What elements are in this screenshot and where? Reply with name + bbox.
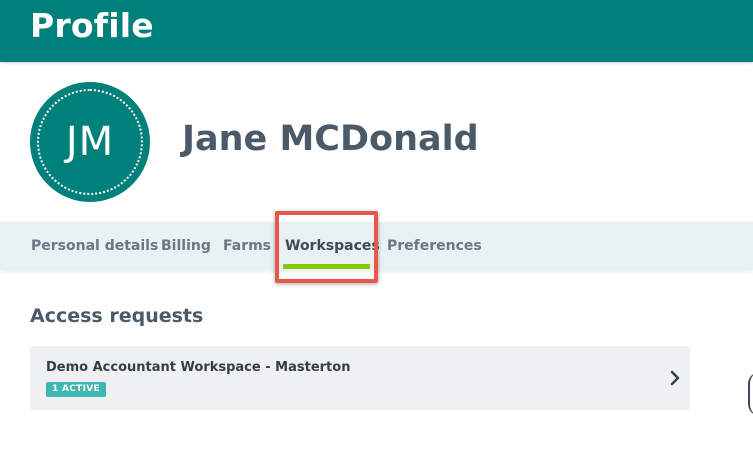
profile-tab-bar: Personal details Billing Farms Workspace… <box>0 222 753 270</box>
request-workspace-name: Demo Accountant Workspace - Masterton <box>46 360 351 375</box>
avatar-initials: JM <box>65 119 115 165</box>
chevron-right-icon <box>670 370 680 386</box>
status-badge: 1 ACTIVE <box>46 382 106 397</box>
user-name: Jane MCDonald <box>182 119 479 159</box>
tab-billing[interactable]: Billing <box>161 222 211 270</box>
avatar: JM <box>30 82 150 202</box>
page-title: Profile <box>30 6 154 45</box>
active-tab-indicator <box>283 264 370 269</box>
tab-workspaces[interactable]: Workspaces <box>285 222 380 270</box>
access-requests-title: Access requests <box>30 305 204 327</box>
app-header: Profile <box>0 0 753 62</box>
tab-preferences[interactable]: Preferences <box>387 222 482 270</box>
edge-decoration <box>748 372 753 416</box>
access-request-item[interactable]: Demo Accountant Workspace - Masterton 1 … <box>30 346 690 410</box>
tab-farms[interactable]: Farms <box>223 222 271 270</box>
tab-personal-details[interactable]: Personal details <box>31 222 158 270</box>
